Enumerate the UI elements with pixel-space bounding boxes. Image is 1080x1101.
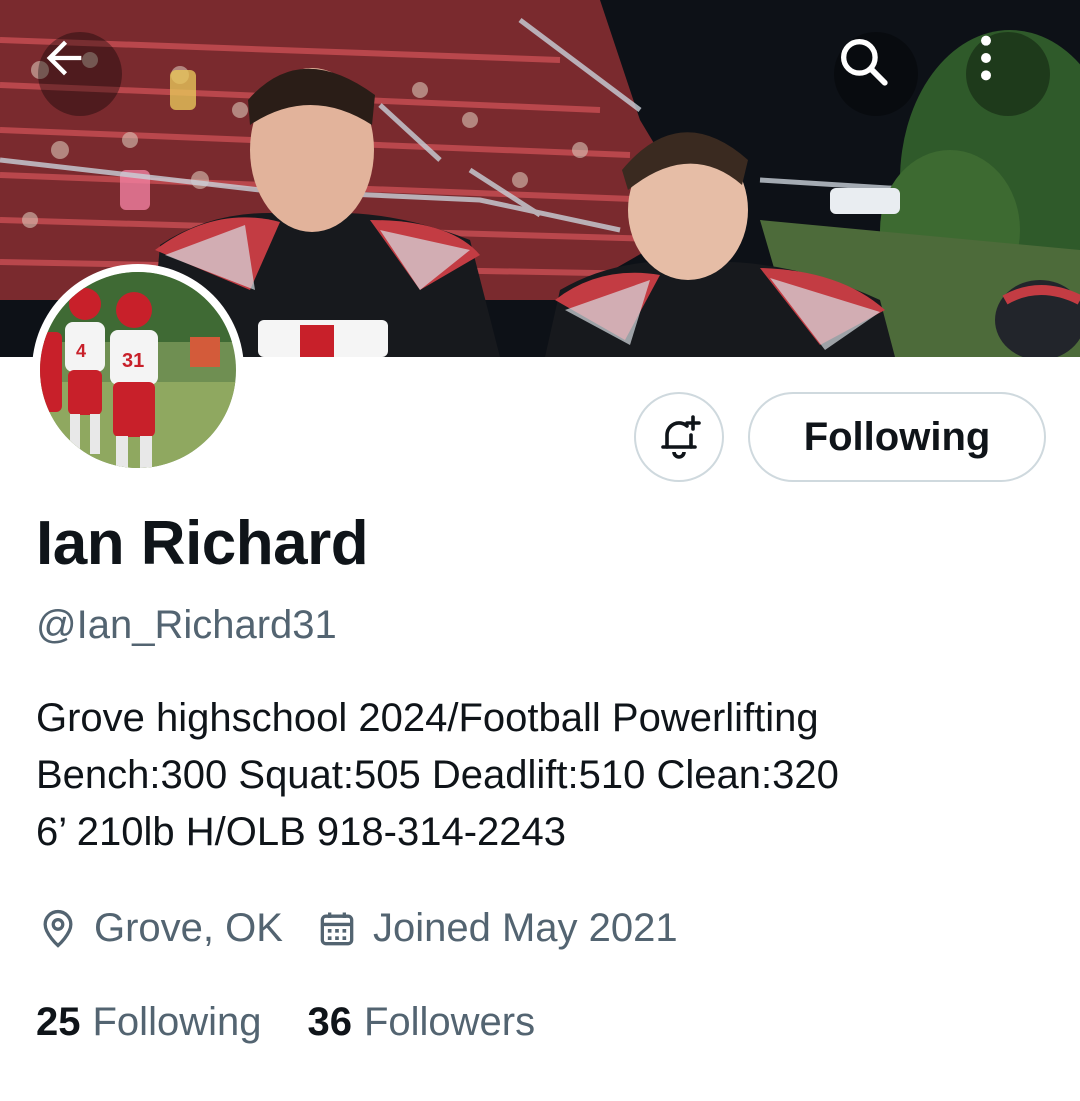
more-options-button[interactable] — [966, 32, 1050, 116]
profile-bio: Grove highschool 2024/Football Powerlift… — [36, 690, 1056, 861]
following-label: Following — [92, 1000, 262, 1044]
bell-plus-icon — [661, 415, 701, 459]
followers-stat[interactable]: 36 Followers — [307, 1000, 535, 1045]
arrow-left-icon — [46, 40, 82, 76]
more-vertical-icon — [981, 35, 991, 81]
avatar[interactable]: 31 4 — [32, 264, 244, 476]
calendar-icon — [315, 907, 359, 951]
followers-count: 36 — [307, 1000, 352, 1044]
following-button[interactable]: Following — [748, 392, 1046, 482]
svg-text:4: 4 — [76, 341, 86, 361]
joined-text: Joined May 2021 — [372, 906, 678, 950]
display-name: Ian Richard — [36, 509, 369, 578]
svg-text:31: 31 — [122, 350, 144, 372]
search-button[interactable] — [834, 32, 918, 116]
avatar-image: 31 4 — [40, 272, 236, 468]
profile-meta: Grove, OK Joined May 2021 — [36, 906, 678, 951]
bio-line: 6’ 210lb H/OLB 918-314-2243 — [36, 810, 566, 854]
follow-stats: 25 Following 36 Followers — [36, 1000, 535, 1045]
location: Grove, OK — [36, 906, 283, 951]
search-icon — [841, 39, 888, 86]
bio-line[interactable]: Bench:300 Squat:505 Deadlift:510 Clean:3… — [36, 747, 1056, 804]
notify-button[interactable] — [634, 392, 724, 482]
following-count: 25 — [36, 1000, 81, 1044]
location-text: Grove, OK — [94, 906, 283, 950]
join-date: Joined May 2021 — [315, 906, 678, 951]
username-handle: @Ian_Richard31 — [36, 603, 337, 647]
bio-line: Grove highschool 2024/Football Powerlift… — [36, 696, 819, 740]
avatar-photo: 31 4 — [40, 272, 236, 468]
location-pin-icon — [36, 907, 80, 951]
following-stat[interactable]: 25 Following — [36, 1000, 261, 1045]
profile-page: 31 4 Following Ian Richard @Ian_Richard3… — [0, 0, 1080, 1101]
back-button[interactable] — [38, 32, 122, 116]
followers-label: Followers — [363, 1000, 536, 1044]
